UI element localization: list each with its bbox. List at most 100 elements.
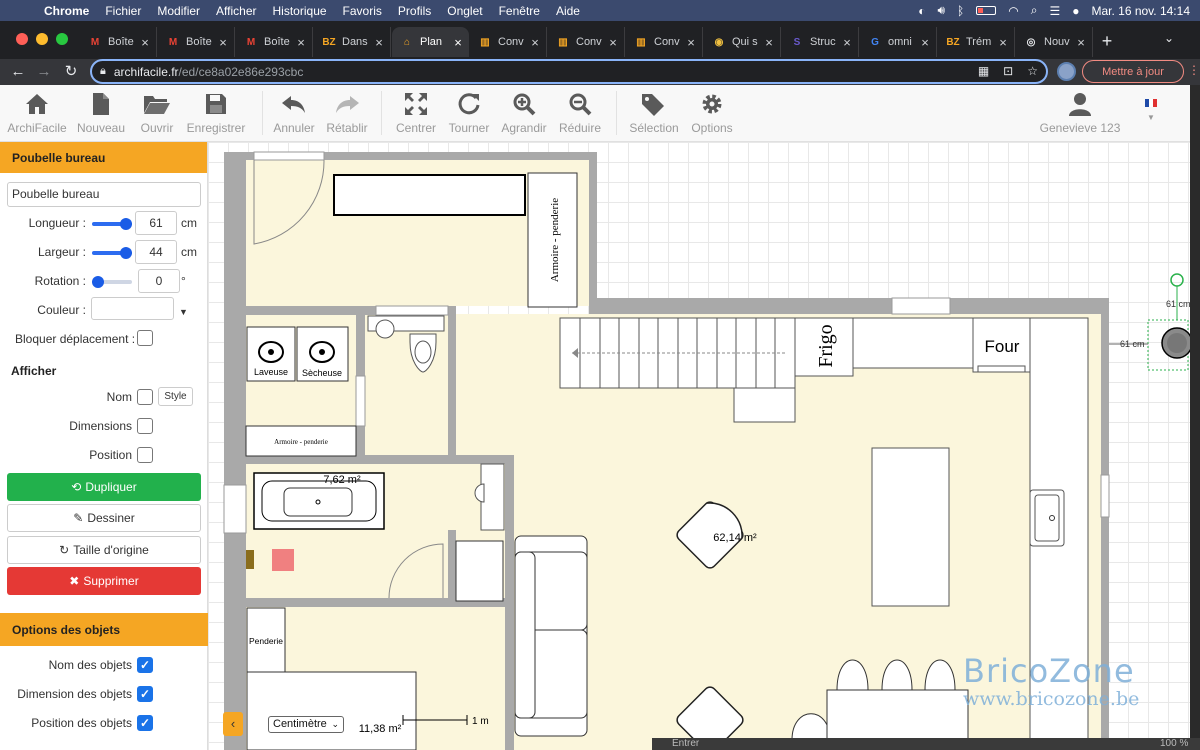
length-slider[interactable] [92, 218, 132, 230]
duplicate-button[interactable]: ⟲ Dupliquer [7, 473, 201, 501]
zoom-in-button[interactable]: Agrandir [500, 91, 548, 139]
back-arrow-icon[interactable]: ← [7, 61, 29, 83]
menubar-clock[interactable]: Mar. 16 nov. 14:14 [1091, 4, 1190, 18]
tab-0[interactable]: M Boîte × [80, 27, 157, 57]
open-button[interactable]: Ouvrir [138, 91, 176, 139]
unit-select[interactable]: Centimètre ⌄ [268, 716, 344, 733]
translate-icon[interactable]: ⊡ [1003, 64, 1013, 78]
user-switch-icon[interactable]: ● [1072, 4, 1079, 18]
redo-button[interactable]: Rétablir [325, 91, 369, 139]
rotation-slider-knob[interactable] [92, 276, 104, 288]
language-flag-icon[interactable] [1145, 99, 1157, 107]
width-slider-knob[interactable] [120, 247, 132, 259]
rotate-button[interactable]: Tourner [446, 91, 492, 139]
menu-afficher[interactable]: Afficher [208, 4, 264, 18]
new-button[interactable]: Nouveau [75, 91, 127, 139]
tab-close-icon[interactable]: × [528, 35, 542, 50]
color-picker[interactable] [91, 297, 174, 320]
selected-object-outline[interactable] [1147, 273, 1190, 371]
lock-icon[interactable]: 🔒︎ [100, 65, 106, 78]
close-window-button[interactable] [16, 33, 28, 45]
bluetooth-icon[interactable]: ᛒ [957, 4, 964, 18]
width-slider[interactable] [92, 247, 132, 259]
object-names-checkbox[interactable]: ✓ [137, 657, 153, 673]
tab-close-icon[interactable]: × [451, 35, 465, 50]
profile-avatar[interactable] [1057, 62, 1076, 81]
rotation-slider[interactable] [92, 276, 132, 288]
update-chrome-button[interactable]: Mettre à jour [1082, 60, 1184, 83]
battery-icon[interactable] [976, 6, 997, 15]
show-dimensions-checkbox[interactable] [137, 418, 153, 434]
center-button[interactable]: Centrer [394, 91, 438, 139]
object-positions-checkbox[interactable]: ✓ [137, 715, 153, 731]
menu-aide[interactable]: Aide [548, 4, 588, 18]
menu-favoris[interactable]: Favoris [335, 4, 390, 18]
selected-object-trash[interactable] [272, 549, 294, 571]
tab-6[interactable]: ▥ Conv × [548, 27, 625, 57]
rotation-input[interactable]: 0 [138, 269, 180, 293]
user-account-button[interactable]: Genevieve 123 [1040, 91, 1120, 139]
menu-chrome[interactable]: Chrome [36, 4, 97, 18]
tab-close-icon[interactable]: × [606, 35, 620, 50]
tab-5[interactable]: ▥ Conv × [470, 27, 547, 57]
tab-close-icon[interactable]: × [294, 35, 308, 50]
tab-close-icon[interactable]: × [762, 35, 776, 50]
home-button[interactable]: ArchiFacile [7, 91, 67, 139]
tab-close-icon[interactable]: × [684, 35, 698, 50]
trash-bin-marker[interactable] [246, 550, 254, 569]
tab-close-icon[interactable]: × [918, 35, 932, 50]
menu-fichier[interactable]: Fichier [97, 4, 149, 18]
new-tab-button[interactable]: + [1098, 31, 1116, 52]
accessibility-icon[interactable]: ◐ [918, 4, 925, 18]
volume-icon[interactable]: 🔊︎ [937, 3, 945, 18]
menu-onglet[interactable]: Onglet [439, 4, 490, 18]
collapse-panel-button[interactable]: ‹ [223, 712, 243, 736]
minimize-window-button[interactable] [36, 33, 48, 45]
tab-close-icon[interactable]: × [138, 35, 152, 50]
object-name-input[interactable]: Poubelle bureau [7, 182, 201, 207]
tab-close-icon[interactable]: × [840, 35, 854, 50]
save-button[interactable]: Enregistrer [186, 91, 246, 139]
length-input[interactable]: 61 [135, 211, 177, 235]
tab-8[interactable]: ◉ Qui s × [704, 27, 781, 57]
lock-move-checkbox[interactable] [137, 330, 153, 346]
selection-button[interactable]: Sélection [628, 91, 680, 139]
draw-button[interactable]: ✎ Dessiner [7, 504, 201, 532]
tab-11[interactable]: BZ Trém × [938, 27, 1015, 57]
length-slider-knob[interactable] [120, 218, 132, 230]
object-dimensions-checkbox[interactable]: ✓ [137, 686, 153, 702]
menu-modifier[interactable]: Modifier [149, 4, 208, 18]
cabinet[interactable] [455, 540, 504, 602]
tab-12[interactable]: ◎ Nouv × [1016, 27, 1093, 57]
chrome-menu-icon[interactable]: ⋮ [1188, 63, 1200, 77]
style-button[interactable]: Style [158, 387, 193, 406]
stair-landing[interactable] [733, 387, 796, 423]
options-button[interactable]: Options [690, 91, 734, 139]
spotlight-icon[interactable]: ⌕ [1031, 3, 1038, 18]
language-caret-icon[interactable]: ▼ [1147, 113, 1155, 122]
bookmark-star-icon[interactable]: ☆ [1027, 64, 1038, 78]
fullscreen-window-button[interactable] [56, 33, 68, 45]
show-name-checkbox[interactable] [137, 389, 153, 405]
tab-3[interactable]: BZ Dans × [314, 27, 391, 57]
menu-historique[interactable]: Historique [265, 4, 335, 18]
kitchen-island[interactable] [871, 447, 950, 607]
bed[interactable] [246, 671, 417, 750]
kitchen-counter[interactable] [852, 317, 974, 369]
tab-search-icon[interactable]: ⌄ [1164, 31, 1174, 45]
desk[interactable] [333, 174, 526, 216]
tab-4[interactable]: ⌂ Plan × [392, 27, 469, 57]
qr-code-icon[interactable]: ▦ [978, 64, 989, 78]
tab-close-icon[interactable]: × [1074, 35, 1088, 50]
undo-button[interactable]: Annuler [272, 91, 316, 139]
color-dropdown-icon[interactable]: ▼ [179, 307, 188, 317]
zoom-out-button[interactable]: Réduire [557, 91, 603, 139]
wifi-icon[interactable]: ◠ [1008, 4, 1018, 18]
menu-profils[interactable]: Profils [390, 4, 439, 18]
tab-9[interactable]: S Struc × [782, 27, 859, 57]
reload-icon[interactable]: ↻ [60, 61, 82, 83]
tab-2[interactable]: M Boîte × [236, 27, 313, 57]
tab-close-icon[interactable]: × [996, 35, 1010, 50]
tab-1[interactable]: M Boîte × [158, 27, 235, 57]
control-center-icon[interactable]: ☰ [1049, 4, 1060, 18]
